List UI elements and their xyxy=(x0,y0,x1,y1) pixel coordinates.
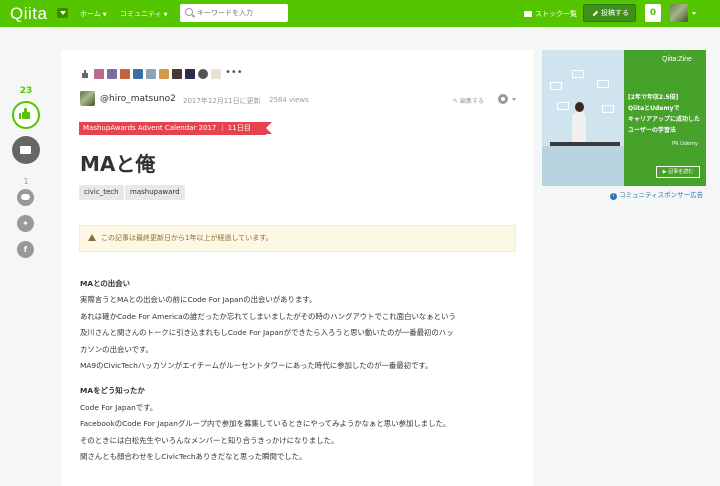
ad-copy-line: [2年で年収2.5倍] xyxy=(628,94,679,101)
paragraph-line: 関さんとも顔合わせをしCivicTechありきだなと思った瞬間でした。 xyxy=(80,452,307,462)
paragraph-line: 実際言うとMAとの出会いの前にCode For Japanの出会いがあります。 xyxy=(80,295,317,305)
facebook-share-button[interactable]: f xyxy=(17,241,34,258)
liker-avatar[interactable] xyxy=(107,69,117,79)
nav-community-label: コミュニティ xyxy=(120,10,162,18)
thumbs-up-icon xyxy=(19,108,30,119)
post-button-label: 投稿する xyxy=(601,9,629,17)
advent-calendar-ribbon[interactable]: MashupAwards Advent Calendar 2017 ｜ 11日目 xyxy=(79,122,272,135)
liker-avatar[interactable] xyxy=(146,69,156,79)
paragraph-line: カソンの出会いです。 xyxy=(80,344,153,354)
ad-read-button[interactable]: ▶ 記事を読む xyxy=(656,166,700,178)
user-avatar[interactable] xyxy=(670,4,688,22)
comment-count: 1 xyxy=(23,177,29,186)
envelope-icon xyxy=(602,105,614,113)
like-count: 23 xyxy=(19,86,33,96)
twitter-icon: ✦ xyxy=(22,219,29,228)
comment-icon xyxy=(21,194,30,200)
ad-copy-line: QiitaとUdemyで xyxy=(628,105,680,112)
search-icon xyxy=(185,8,193,16)
ad-copy-line: ユーザーの学習法 xyxy=(628,127,676,134)
liker-avatar[interactable] xyxy=(172,69,182,79)
envelope-icon xyxy=(572,70,584,78)
paragraph-line: Code For Japanです。 xyxy=(80,402,158,412)
liker-avatar[interactable] xyxy=(120,69,130,79)
comment-button[interactable] xyxy=(17,189,34,206)
more-likers-button[interactable]: ••• xyxy=(225,67,243,78)
liker-avatar[interactable] xyxy=(133,69,143,79)
section-heading: MAをどう知ったか xyxy=(80,386,145,396)
sponsor-ad[interactable]: Qiita:Zine [2年で年収2.5倍] QiitaとUdemyで キャリア… xyxy=(542,50,706,186)
nav-home[interactable]: ホーム ▼ xyxy=(80,9,107,19)
view-count: 2584 views xyxy=(269,96,309,104)
liker-avatar[interactable] xyxy=(159,69,169,79)
post-button[interactable]: 投稿する xyxy=(583,4,636,22)
global-header: Qiita ホーム▼ コミュニティ▼ ストック一覧 投稿する 0 xyxy=(0,0,720,27)
warning-icon xyxy=(88,234,96,241)
outdated-alert: この記事は最終更新日から1年以上が経過しています。 xyxy=(79,225,516,252)
liker-avatar[interactable] xyxy=(185,69,195,79)
ad-pr-label: PR Udemy xyxy=(672,141,698,147)
sponsor-ad-label: コミュニティスポンサー広告 xyxy=(619,191,704,199)
ad-desk xyxy=(550,142,620,146)
facebook-icon: f xyxy=(23,245,28,254)
ad-person-head xyxy=(575,102,584,112)
stock-button[interactable] xyxy=(12,136,40,164)
pencil-icon xyxy=(589,7,599,17)
envelope-icon xyxy=(550,82,562,90)
ad-illustration xyxy=(542,50,624,186)
ad-floor xyxy=(542,146,624,186)
thumbs-up-icon xyxy=(80,70,89,79)
article-title: MAと俺 xyxy=(80,152,156,176)
envelope-icon xyxy=(557,102,569,110)
gear-icon[interactable] xyxy=(498,94,508,104)
paragraph-line: FacebookのCode For Japanグループ内で参加を募集しているとき… xyxy=(80,419,451,429)
ad-copy-line: キャリアアップに成功した xyxy=(628,116,701,123)
author-avatar[interactable] xyxy=(80,91,95,106)
article-body: MAとの出会い 実際言うとMAとの出会いの前にCode For Japanの出会… xyxy=(80,276,525,465)
tag-civic-tech[interactable]: civic_tech xyxy=(79,185,124,200)
chevron-down-icon[interactable] xyxy=(692,12,696,15)
ad-brand: Qiita:Zine xyxy=(662,56,692,63)
alert-text: この記事は最終更新日から1年以上が経過しています。 xyxy=(101,234,273,242)
author-name[interactable]: @hiro_matsuno2 xyxy=(100,94,176,104)
liker-avatar[interactable] xyxy=(94,69,104,79)
chevron-down-icon[interactable] xyxy=(57,8,68,18)
paragraph-line: あれは確かCode For Americaの誰だったか忘れてしまいましたがその時… xyxy=(80,311,456,321)
notification-count[interactable]: 0 xyxy=(645,4,661,22)
chevron-down-icon: ▼ xyxy=(102,12,107,18)
sponsor-ad-link[interactable]: i コミュニティスポンサー広告 xyxy=(610,189,703,200)
section-heading: MAとの出会い xyxy=(80,279,130,288)
nav-home-label: ホーム xyxy=(80,10,101,18)
search-box[interactable] xyxy=(180,4,288,22)
stock-list-link[interactable]: ストック一覧 xyxy=(524,9,577,19)
edit-request-link[interactable]: ✎ 編集する xyxy=(453,96,484,105)
liker-avatar[interactable] xyxy=(211,69,221,79)
envelope-icon xyxy=(597,80,609,88)
ad-copy: [2年で年収2.5倍] QiitaとUdemyで キャリアアップに成功した ユー… xyxy=(628,92,706,136)
info-icon: i xyxy=(610,193,617,200)
article: ••• @hiro_matsuno2 2017年12月11日に更新 2584 v… xyxy=(61,50,533,486)
paragraph-line: 及川さんと関さんのトークに引き込まれもしCode For Japanができたら入… xyxy=(80,328,454,338)
chevron-down-icon: ▼ xyxy=(163,12,168,18)
stock-list-label: ストック一覧 xyxy=(535,10,577,18)
folder-icon xyxy=(20,146,31,154)
like-button[interactable] xyxy=(12,101,40,129)
qiita-logo[interactable]: Qiita xyxy=(10,4,47,24)
search-input[interactable] xyxy=(197,6,285,20)
updated-date: 2017年12月11日に更新 xyxy=(183,97,261,105)
liker-avatar[interactable] xyxy=(198,69,208,79)
ad-person xyxy=(572,112,586,142)
folder-icon xyxy=(524,11,532,17)
chevron-down-icon[interactable] xyxy=(512,98,516,101)
twitter-share-button[interactable]: ✦ xyxy=(17,215,34,232)
tag-mashupaward[interactable]: mashupaward xyxy=(125,185,185,200)
paragraph-line: MA9のCivicTechハッカソンがエイチームがルーセントタワーにあった時代に… xyxy=(80,361,433,371)
nav-community[interactable]: コミュニティ ▼ xyxy=(120,9,167,19)
paragraph-line: そのときには白松先生やいろんなメンバーと知り合うきっかけになりました。 xyxy=(80,435,339,445)
